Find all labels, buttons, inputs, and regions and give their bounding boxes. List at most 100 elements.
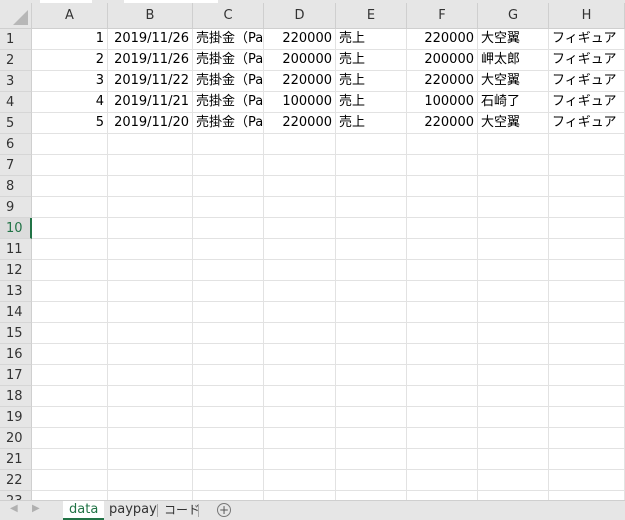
row-header-11[interactable]: 11	[0, 239, 32, 260]
row-header-2[interactable]: 2	[0, 50, 32, 71]
cell-d21[interactable]	[264, 449, 336, 470]
row-header-4[interactable]: 4	[0, 92, 32, 113]
row-header-14[interactable]: 14	[0, 302, 32, 323]
cell-b18[interactable]	[108, 386, 193, 407]
cell-f5[interactable]: 220000	[407, 113, 478, 134]
cell-d13[interactable]	[264, 281, 336, 302]
cell-h11[interactable]	[549, 239, 625, 260]
cell-d3[interactable]: 220000	[264, 71, 336, 92]
next-sheet-icon[interactable]: ▶	[32, 503, 40, 514]
cell-e6[interactable]	[336, 134, 407, 155]
row-header-20[interactable]: 20	[0, 428, 32, 449]
cell-e10[interactable]	[336, 218, 407, 239]
cell-d17[interactable]	[264, 365, 336, 386]
cell-a14[interactable]	[32, 302, 108, 323]
cell-h6[interactable]	[549, 134, 625, 155]
cell-h4[interactable]: フィギュア	[549, 92, 625, 113]
cell-c16[interactable]	[193, 344, 264, 365]
cell-f14[interactable]	[407, 302, 478, 323]
cell-a20[interactable]	[32, 428, 108, 449]
cell-a17[interactable]	[32, 365, 108, 386]
cell-b15[interactable]	[108, 323, 193, 344]
cell-f19[interactable]	[407, 407, 478, 428]
row-header-3[interactable]: 3	[0, 71, 32, 92]
cell-a4[interactable]: 4	[32, 92, 108, 113]
cell-h2[interactable]: フィギュア	[549, 50, 625, 71]
column-header-g[interactable]: G	[478, 3, 549, 29]
cell-h13[interactable]	[549, 281, 625, 302]
cell-b21[interactable]	[108, 449, 193, 470]
cell-f11[interactable]	[407, 239, 478, 260]
cell-c5[interactable]: 売掛金（Pay	[193, 113, 264, 134]
cell-g13[interactable]	[478, 281, 549, 302]
cell-g9[interactable]	[478, 197, 549, 218]
cell-f9[interactable]	[407, 197, 478, 218]
cell-h3[interactable]: フィギュア	[549, 71, 625, 92]
cell-f16[interactable]	[407, 344, 478, 365]
cell-c23[interactable]	[193, 491, 264, 500]
cell-c18[interactable]	[193, 386, 264, 407]
cell-e18[interactable]	[336, 386, 407, 407]
column-header-d[interactable]: D	[264, 3, 336, 29]
cell-b2[interactable]: 2019/11/26	[108, 50, 193, 71]
sheet-tab-data[interactable]: data	[63, 501, 105, 520]
cell-c7[interactable]	[193, 155, 264, 176]
cell-b10[interactable]	[108, 218, 193, 239]
cell-b9[interactable]	[108, 197, 193, 218]
cell-g8[interactable]	[478, 176, 549, 197]
cell-b6[interactable]	[108, 134, 193, 155]
cell-a10[interactable]	[32, 218, 108, 239]
column-header-e[interactable]: E	[336, 3, 407, 29]
cell-b14[interactable]	[108, 302, 193, 323]
cell-a5[interactable]: 5	[32, 113, 108, 134]
cell-g7[interactable]	[478, 155, 549, 176]
cell-g11[interactable]	[478, 239, 549, 260]
cell-e4[interactable]: 売上	[336, 92, 407, 113]
cell-f3[interactable]: 220000	[407, 71, 478, 92]
row-header-17[interactable]: 17	[0, 365, 32, 386]
cell-e11[interactable]	[336, 239, 407, 260]
row-header-18[interactable]: 18	[0, 386, 32, 407]
cell-c15[interactable]	[193, 323, 264, 344]
cell-f1[interactable]: 220000	[407, 29, 478, 50]
cell-g5[interactable]: 大空翼	[478, 113, 549, 134]
cell-d4[interactable]: 100000	[264, 92, 336, 113]
cell-d8[interactable]	[264, 176, 336, 197]
cell-c8[interactable]	[193, 176, 264, 197]
cell-h10[interactable]	[549, 218, 625, 239]
row-header-23[interactable]: 23	[0, 491, 32, 500]
cell-a6[interactable]	[32, 134, 108, 155]
row-header-6[interactable]: 6	[0, 134, 32, 155]
cell-f10[interactable]	[407, 218, 478, 239]
cell-g12[interactable]	[478, 260, 549, 281]
cell-b13[interactable]	[108, 281, 193, 302]
cell-f20[interactable]	[407, 428, 478, 449]
cell-f8[interactable]	[407, 176, 478, 197]
cell-c11[interactable]	[193, 239, 264, 260]
cell-f12[interactable]	[407, 260, 478, 281]
cell-a16[interactable]	[32, 344, 108, 365]
spreadsheet-grid[interactable]: A B C D E F G H 1 1 2019/11/26 売掛金（Pay 22000…	[0, 3, 625, 500]
cell-f6[interactable]	[407, 134, 478, 155]
cell-f13[interactable]	[407, 281, 478, 302]
select-all-corner[interactable]	[0, 3, 32, 29]
cell-a19[interactable]	[32, 407, 108, 428]
cell-c6[interactable]	[193, 134, 264, 155]
previous-sheet-icon[interactable]: ◀	[10, 503, 18, 514]
cell-d9[interactable]	[264, 197, 336, 218]
cell-e21[interactable]	[336, 449, 407, 470]
cell-g20[interactable]	[478, 428, 549, 449]
cell-e19[interactable]	[336, 407, 407, 428]
cell-g22[interactable]	[478, 470, 549, 491]
cell-c3[interactable]: 売掛金（Pay	[193, 71, 264, 92]
cell-d12[interactable]	[264, 260, 336, 281]
row-header-13[interactable]: 13	[0, 281, 32, 302]
cell-a11[interactable]	[32, 239, 108, 260]
cell-d23[interactable]	[264, 491, 336, 500]
cell-d20[interactable]	[264, 428, 336, 449]
cell-e17[interactable]	[336, 365, 407, 386]
cell-c10[interactable]	[193, 218, 264, 239]
cell-c21[interactable]	[193, 449, 264, 470]
cell-e14[interactable]	[336, 302, 407, 323]
row-header-7[interactable]: 7	[0, 155, 32, 176]
